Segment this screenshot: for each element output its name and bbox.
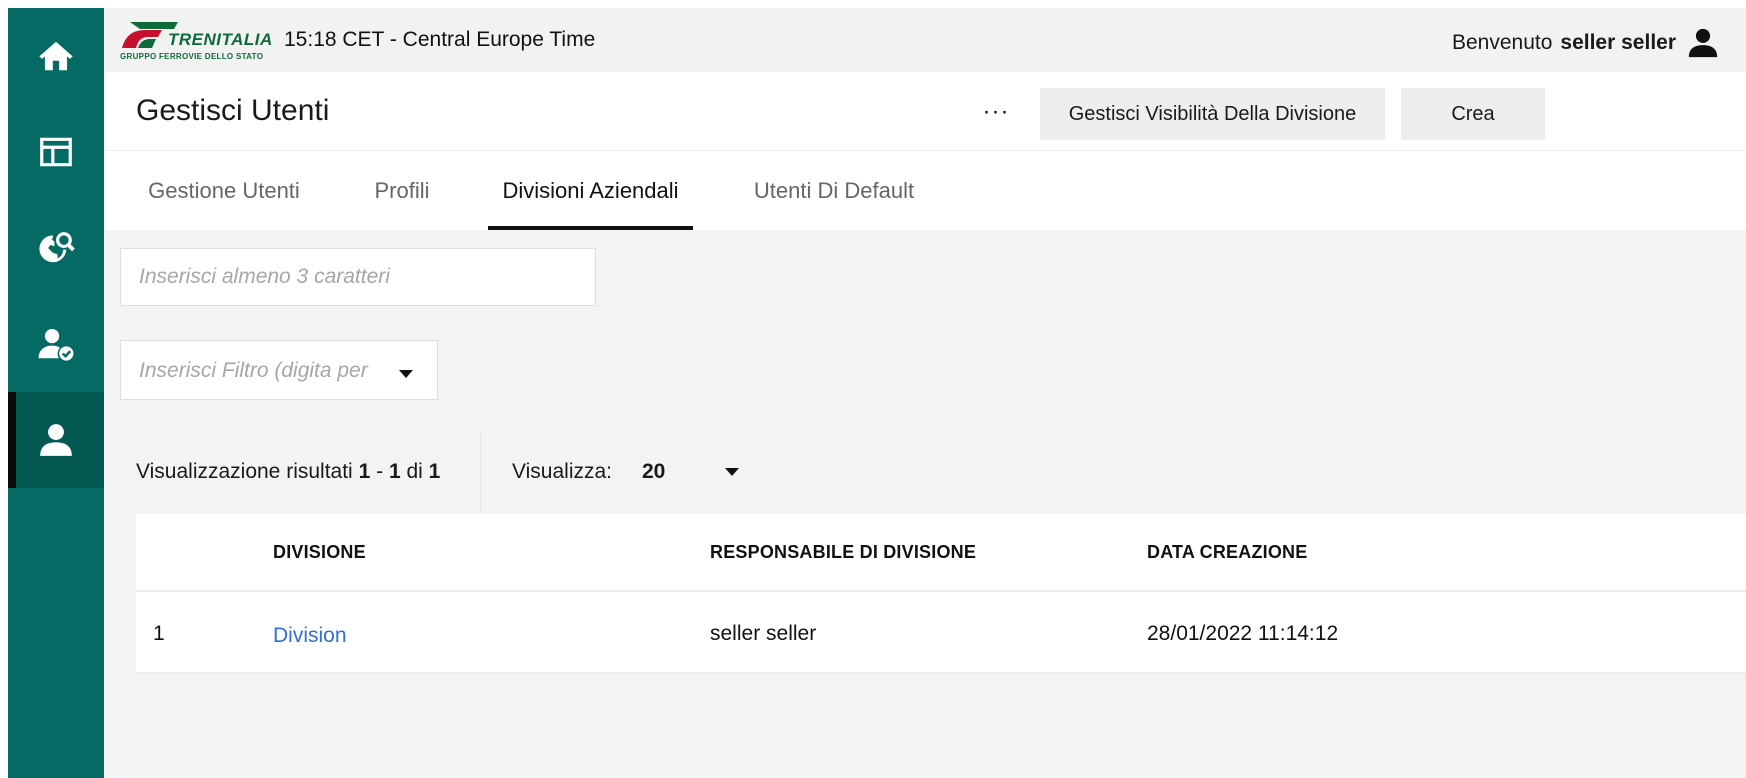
sidebar-item-users[interactable] [8,392,104,488]
filter-placeholder: Inserisci Filtro (digita per [139,359,368,382]
row-index: 1 [153,622,165,645]
sidebar-item-dashboard[interactable] [8,104,104,200]
results-count: Visualizzazione risultati 1 - 1 di 1 [136,460,440,484]
chevron-down-icon [399,370,413,378]
trenitalia-logo[interactable]: TRENITALIA GRUPPO FERROVIE DELLO STATO [120,18,288,64]
sidebar-item-home[interactable] [8,8,104,104]
tab-divisioni-aziendali[interactable]: Divisioni Aziendali [488,151,693,230]
results-bar: Visualizzazione risultati 1 - 1 di 1 Vis… [120,432,1746,514]
tab-utenti-di-default[interactable]: Utenti Di Default [736,151,932,230]
manage-division-visibility-button[interactable]: Gestisci Visibilità Della Divisione [1040,88,1385,140]
results-sep: - [376,460,384,483]
results-from: 1 [358,460,371,483]
divisions-table: DIVISIONE RESPONSABILE DI DIVISIONE DATA… [136,514,1746,674]
logo-wordmark: TRENITALIA [168,30,273,49]
results-to: 1 [388,460,401,483]
creation-date: 28/01/2022 11:14:12 [1147,622,1339,645]
results-summary: Visualizzazione risultati 1 - 1 di 1 [120,432,481,514]
user-account-icon [1688,28,1718,58]
tab-profili[interactable]: Profili [352,151,452,230]
sidebar [8,8,104,778]
globe-search-icon [39,232,75,263]
welcome-label: Benvenuto [1451,31,1553,54]
top-header: TRENITALIA GRUPPO FERROVIE DELLO STATO 1… [104,8,1746,72]
per-page-selector[interactable]: Visualizza: 20 [512,460,740,484]
table-row[interactable]: 1 Division seller seller 28/01/2022 11:1… [136,592,1746,674]
tab-gestione-utenti[interactable]: Gestione Utenti [128,151,320,230]
create-button[interactable]: Crea [1401,88,1545,140]
chevron-down-icon [725,468,740,476]
search-field-wrapper [120,248,596,306]
user-icon [40,424,72,456]
clock-text: 15:18 CET - Central Europe Time [284,28,596,51]
column-header-responsabile[interactable]: RESPONSABILE DI DIVISIONE [710,542,976,563]
column-header-divisione[interactable]: DIVISIONE [273,542,366,563]
home-icon [39,41,73,71]
more-options-button[interactable]: ··· [980,96,1012,128]
results-prefix: Visualizzazione risultati [136,460,353,483]
sidebar-item-world-search[interactable] [8,200,104,296]
results-total: 1 [428,460,441,483]
layout-icon [40,137,72,167]
user-name: seller seller [1560,31,1676,54]
search-input[interactable] [121,249,595,305]
results-of-label: di [406,460,423,483]
division-manager: seller seller [710,622,817,645]
app-frame: TRENITALIA GRUPPO FERROVIE DELLO STATO 1… [8,8,1746,778]
table-header: DIVISIONE RESPONSABILE DI DIVISIONE DATA… [136,514,1746,592]
per-page-value: 20 [642,460,666,483]
division-link[interactable]: Division [273,624,347,648]
tab-bar: Gestione Utenti Profili Divisioni Aziend… [104,151,1746,230]
logo-subtext: GRUPPO FERROVIE DELLO STATO [120,52,264,61]
filter-dropdown[interactable]: Inserisci Filtro (digita per [120,340,438,400]
page-titlebar: Gestisci Utenti ··· Gestisci Visibilità … [104,72,1746,151]
user-menu[interactable]: Benvenuto seller seller [1452,26,1720,60]
sidebar-item-user-verified[interactable] [8,296,104,392]
per-page-label: Visualizza: [512,460,612,483]
user-check-icon [38,328,74,361]
page-title: Gestisci Utenti [136,94,330,127]
column-header-data-creazione[interactable]: DATA CREAZIONE [1147,542,1307,563]
